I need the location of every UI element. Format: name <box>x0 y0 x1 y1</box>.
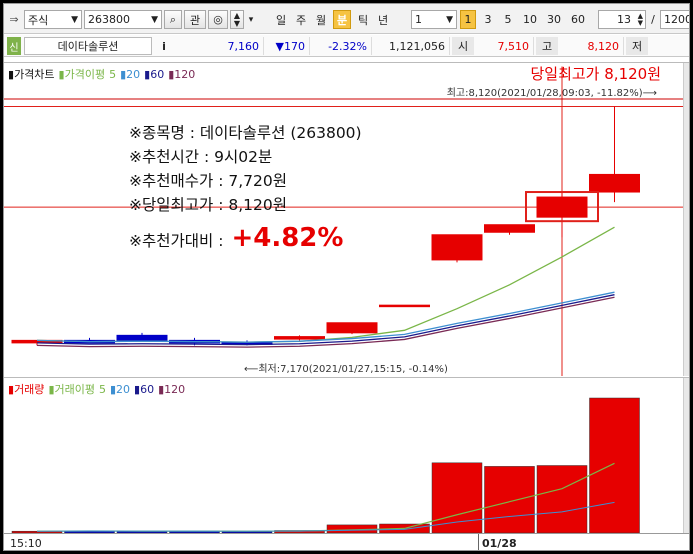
market-select[interactable]: 주식 ▼ <box>24 10 82 29</box>
count-stepper-value: 13 <box>617 13 631 26</box>
x-axis-label-left: 15:10 <box>10 537 42 550</box>
up-down-arrows-icon[interactable]: ▲ ▼ <box>230 10 244 29</box>
legend-ma-label: ▮가격이평 <box>58 68 106 81</box>
legend-ma120: ▮120 <box>168 67 196 81</box>
legend-volume-title: ▮거래량 <box>8 383 45 396</box>
open-price: 7,510 <box>476 37 534 55</box>
stock-name: 데이타솔루션 <box>24 37 152 55</box>
volume-value: 1,121,056 <box>374 37 450 55</box>
volume-bar <box>589 397 640 534</box>
open-label: 시 <box>452 37 474 55</box>
minute-option-30[interactable]: 30 <box>544 10 564 29</box>
slash-divider: / <box>651 13 655 26</box>
annotation-high-price: ※당일최고가 : 8,120원 <box>129 196 287 214</box>
high-marker-label: 최고:8,120(2021/01/28,09:03, -11.82%)⟶ <box>446 88 657 99</box>
count-stepper[interactable]: 13 ▲ ▼ <box>598 10 646 29</box>
period-year[interactable]: 년 <box>374 10 392 29</box>
annotation-buy-price: ※추천매수가 : 7,720원 <box>129 172 287 190</box>
minute-option-3[interactable]: 3 <box>480 10 496 29</box>
legend-volume-ma20: ▮20 <box>109 382 131 396</box>
chevron-down-icon: ▼ <box>71 14 78 25</box>
headline-high: 당일최고가 8,120원 <box>530 65 661 83</box>
low-marker-label: ⟵최저:7,170(2021/01/27,15:15, -0.14%) <box>244 364 448 375</box>
market-select-value: 주식 <box>28 13 49 27</box>
change-percent: -2.32% <box>312 37 372 55</box>
annotation-return-label: ※추천가대비 : <box>129 232 224 250</box>
gwan-button[interactable]: 관 <box>184 10 206 29</box>
candle-body <box>326 322 378 334</box>
current-price: 7,160 <box>176 37 264 55</box>
price-scrollbar[interactable] <box>683 63 689 376</box>
candle-body <box>484 224 535 233</box>
candle-body <box>274 336 325 340</box>
code-input[interactable]: 263800 ▼ <box>84 10 162 29</box>
price-chart-pane[interactable]: ▮가격차트 ▮가격이평 5 ▮20 ▮60 ▮120 당일최고가 8,120원 … <box>4 62 689 376</box>
annotation-stock-name: ※종목명 : 데이타솔루션 (263800) <box>129 124 362 142</box>
legend-ma60: ▮60 <box>144 67 165 81</box>
chevron-down-icon[interactable]: ▾ <box>245 10 257 29</box>
volume-scrollbar[interactable] <box>683 378 689 534</box>
minute-option-10[interactable]: 10 <box>520 10 540 29</box>
high-label: 고 <box>536 37 558 55</box>
period-tick[interactable]: 틱 <box>354 10 372 29</box>
legend-ma20: ▮20 <box>120 67 141 81</box>
price-change: ▼170 <box>266 37 310 55</box>
annotation-return-value: +4.82% <box>231 223 344 253</box>
legend-volume-ma5: 5 <box>98 382 106 396</box>
candle-body <box>589 173 640 193</box>
limit-input[interactable]: 1200 <box>660 10 689 29</box>
interval-select[interactable]: 1 ▼ <box>411 10 457 29</box>
link-icon[interactable]: ⇒ <box>6 10 22 29</box>
candle-body <box>431 234 483 261</box>
x-axis-label-date: 01/28 <box>482 537 517 550</box>
toolbar: ⇒ 주식 ▼ 263800 ▼ ⌕ 관 ◎ ▲ ▼ ▾ 일 주 월 분 틱 년 1… <box>4 4 689 34</box>
legend-volume-ma-label: ▮거래이평 <box>48 383 95 396</box>
bell-icon[interactable]: ◎ <box>208 10 228 29</box>
candle-body <box>116 334 168 341</box>
high-price: 8,120 <box>560 37 624 55</box>
price-chart <box>4 66 683 376</box>
chevron-down-icon: ▼ <box>151 14 158 25</box>
x-axis-tick <box>478 534 479 550</box>
price-legend: ▮가격차트 ▮가격이평 5 ▮20 ▮60 ▮120 <box>8 66 195 82</box>
x-axis: 15:10 01/28 <box>4 533 689 550</box>
minute-option-60[interactable]: 60 <box>568 10 588 29</box>
low-label: 저 <box>626 37 648 55</box>
legend-title: ▮가격차트 <box>8 68 55 81</box>
interval-select-value: 1 <box>415 13 422 26</box>
chart-window: ⇒ 주식 ▼ 263800 ▼ ⌕ 관 ◎ ▲ ▼ ▾ 일 주 월 분 틱 년 1… <box>3 3 690 551</box>
volume-legend: ▮거래량 ▮거래이평 5 ▮20 ▮60 ▮120 <box>8 381 185 397</box>
minute-option-5[interactable]: 5 <box>500 10 516 29</box>
search-icon[interactable]: ⌕ <box>164 10 182 29</box>
price-marks <box>4 66 683 376</box>
chevron-down-icon: ▼ <box>446 14 453 25</box>
volume-bar <box>536 465 588 534</box>
volume-marks <box>11 397 640 534</box>
annotation-return: ※추천가대비 : +4.82% <box>129 223 343 253</box>
period-minute[interactable]: 분 <box>333 10 351 29</box>
code-input-value: 263800 <box>88 13 130 26</box>
legend-volume-ma120: ▮120 <box>158 382 186 396</box>
volume-chart <box>11 397 640 534</box>
legend-volume-ma60: ▮60 <box>134 382 155 396</box>
volume-chart-pane[interactable]: ▮거래량 ▮거래이평 5 ▮20 ▮60 ▮120 <box>4 377 689 534</box>
legend-ma5: 5 <box>109 67 117 81</box>
ma20-line <box>36 291 615 343</box>
period-week[interactable]: 주 <box>292 10 310 29</box>
stepper-arrows-icon: ▲ ▼ <box>637 11 643 27</box>
credit-badge: 신 <box>7 37 21 55</box>
candle-body <box>379 304 430 308</box>
period-day[interactable]: 일 <box>272 10 290 29</box>
quote-bar: 신 데이타솔루션 i 7,160 ▼170 -2.32% 1,121,056 시… <box>4 35 689 57</box>
period-month[interactable]: 월 <box>312 10 330 29</box>
info-icon[interactable]: i <box>156 37 172 55</box>
minute-option-1[interactable]: 1 <box>460 10 476 29</box>
candle-body <box>536 196 588 218</box>
volume-bar <box>484 466 535 534</box>
annotation-time: ※추천시간 : 9시02분 <box>129 148 273 166</box>
